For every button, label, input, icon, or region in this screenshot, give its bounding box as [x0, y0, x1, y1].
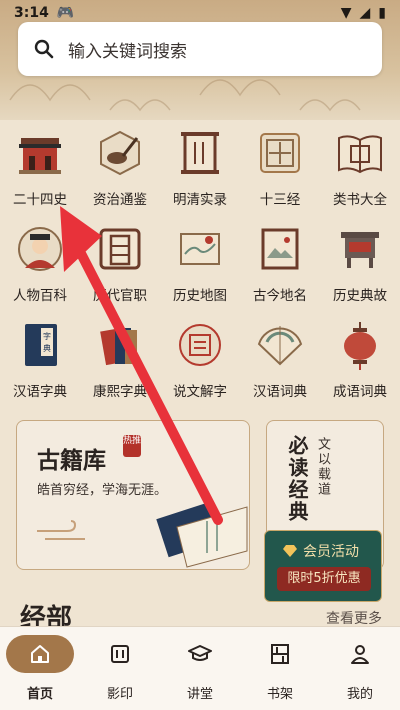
- diamond-icon: [283, 545, 297, 557]
- nav-item-bookshelf[interactable]: 书架: [240, 627, 320, 710]
- nav-item-print[interactable]: 影印: [80, 627, 160, 710]
- scroll-icon: [181, 132, 219, 174]
- member-promo-banner[interactable]: 会员活动 限时5折优惠: [264, 530, 382, 602]
- grid-label: 类书大全: [333, 192, 387, 208]
- grid-label: 古今地名: [253, 288, 307, 304]
- category-grid: 二十四史 资治通鉴 明清实录 十三经 类书大全 人物百科 历代官职 历史地图 古…: [0, 122, 400, 410]
- classic-seal-icon: [260, 133, 300, 173]
- nav-item-lecture[interactable]: 讲堂: [160, 627, 240, 710]
- nav-icon-wrap: [166, 635, 234, 673]
- search-bar[interactable]: 输入关键词搜索: [18, 22, 382, 76]
- grid-label: 二十四史: [13, 192, 67, 208]
- see-more-link[interactable]: 查看更多: [326, 608, 382, 624]
- bottom-nav: 首页 影印 讲堂 书架 我的: [0, 626, 400, 710]
- grid-label: 十三经: [259, 192, 301, 208]
- grid-item-康熙字典[interactable]: 康熙字典: [80, 314, 160, 410]
- grid-label: 汉语词典: [253, 384, 307, 400]
- seal-character-icon: [179, 324, 221, 366]
- grid-item-人物百科[interactable]: 人物百科: [0, 218, 80, 314]
- open-ancient-book-icon: [156, 500, 248, 568]
- swirl-ornament-icon: [37, 520, 85, 540]
- grid-item-十三经[interactable]: 十三经: [240, 122, 320, 218]
- svg-text:字: 字: [43, 331, 51, 341]
- nav-label: 影印: [106, 687, 133, 702]
- grid-row: 二十四史 资治通鉴 明清实录 十三经 类书大全: [0, 122, 400, 218]
- home-icon: [31, 645, 49, 663]
- print-icon: [111, 645, 129, 663]
- nav-icon-wrap: [246, 635, 314, 673]
- grid-row: 字 典 汉语字典 康熙字典 说文解字 汉语词典 成语词典: [0, 314, 400, 410]
- library-card-title: 古籍库: [37, 448, 106, 474]
- grid-item-历代官职[interactable]: 历代官职: [80, 218, 160, 314]
- grid-label: 成语词典: [333, 384, 387, 400]
- nav-icon-wrap: [86, 635, 154, 673]
- promo-title: 会员活动: [303, 544, 359, 560]
- grid-label: 历代官职: [93, 288, 147, 304]
- lantern-icon: [344, 322, 376, 370]
- section-title: 经部: [20, 604, 73, 628]
- grid-item-资治通鉴[interactable]: 资治通鉴: [80, 122, 160, 218]
- grid-row: 人物百科 历代官职 历史地图 古今地名 历史典故: [0, 218, 400, 314]
- grid-item-古今地名[interactable]: 古今地名: [240, 218, 320, 314]
- must-read-subtitle: 文以载道: [315, 437, 330, 497]
- search-icon: [34, 39, 54, 59]
- grid-item-成语词典[interactable]: 成语词典: [320, 314, 400, 410]
- grid-label: 汉语字典: [13, 384, 67, 400]
- search-placeholder: 输入关键词搜索: [68, 41, 187, 62]
- map-scroll-icon: [180, 233, 220, 265]
- nav-active-pill: [6, 635, 74, 673]
- wifi-icon: ▼: [340, 5, 352, 21]
- svg-text:典: 典: [43, 343, 51, 353]
- nav-item-profile[interactable]: 我的: [320, 627, 400, 710]
- grid-label: 资治通鉴: [93, 192, 147, 208]
- nav-icon-wrap: [326, 635, 394, 673]
- grid-item-汉语词典[interactable]: 汉语词典: [240, 314, 320, 410]
- graduation-cap-icon: [188, 645, 212, 661]
- landscape-painting-icon: [261, 228, 299, 270]
- grid-item-类书大全[interactable]: 类书大全: [320, 122, 400, 218]
- nav-item-home[interactable]: 首页: [0, 627, 80, 710]
- fan-icon: [257, 326, 303, 366]
- ancient-library-card[interactable]: 古籍库 热推 皓首穷经，学海无涯。: [16, 420, 250, 570]
- grid-label: 历史地图: [173, 288, 227, 304]
- grid-label: 康熙字典: [93, 384, 147, 400]
- must-read-title: 必读经典: [285, 435, 309, 523]
- bronze-vessel-icon: [341, 232, 379, 268]
- scholar-portrait-icon: [18, 227, 62, 271]
- grid-label: 明清实录: [173, 192, 227, 208]
- nav-label: 讲堂: [186, 687, 213, 702]
- grid-item-历史地图[interactable]: 历史地图: [160, 218, 240, 314]
- open-book-icon: [338, 135, 382, 174]
- ink-brush-icon: [100, 130, 140, 176]
- hot-badge: 热推: [123, 435, 141, 457]
- official-seal-icon: [99, 228, 141, 270]
- profile-icon: [351, 645, 369, 664]
- grid-item-二十四史[interactable]: 二十四史: [0, 122, 80, 218]
- grid-item-明清实录[interactable]: 明清实录: [160, 122, 240, 218]
- status-time: 3:14: [14, 5, 49, 21]
- grid-item-历史典故[interactable]: 历史典故: [320, 218, 400, 314]
- nav-label: 首页: [26, 687, 53, 702]
- grid-label: 人物百科: [13, 288, 67, 304]
- grid-label: 说文解字: [173, 384, 227, 400]
- promo-title-row: 会员活动: [283, 541, 359, 561]
- gamepad-icon: 🎮: [56, 5, 75, 21]
- stacked-books-icon: [100, 328, 137, 366]
- nav-label: 我的: [346, 687, 373, 702]
- bookshelf-icon: [271, 644, 289, 664]
- signal-icon: ◢: [359, 5, 371, 21]
- nav-label: 书架: [266, 687, 293, 702]
- grid-item-说文解字[interactable]: 说文解字: [160, 314, 240, 410]
- grid-label: 历史典故: [333, 288, 387, 304]
- grid-item-汉语字典[interactable]: 字 典 汉语字典: [0, 314, 80, 410]
- promo-badge: 限时5折优惠: [277, 567, 371, 591]
- battery-icon: ▮: [378, 5, 386, 21]
- dictionary-book-icon: 字 典: [25, 324, 57, 366]
- palace-gate-icon: [19, 138, 61, 174]
